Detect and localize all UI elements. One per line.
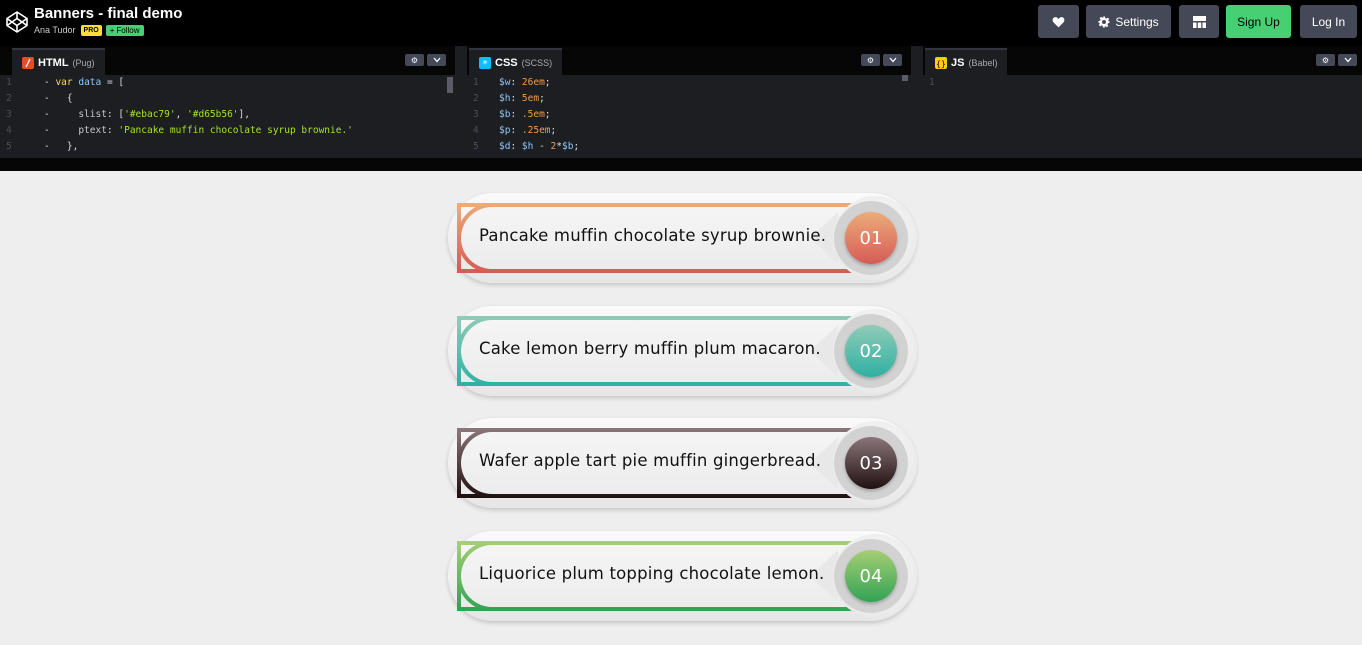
sign-up-button[interactable]: Sign Up — [1226, 5, 1291, 38]
svg-text:{}: {} — [936, 59, 946, 68]
banner-text: Pancake muffin chocolate syrup brownie. — [479, 226, 827, 245]
css-preprocessor: (SCSS) — [521, 57, 553, 68]
line-code: - { — [44, 93, 73, 104]
html-lang-name: HTML — [38, 56, 69, 69]
banner-text: Wafer apple tart pie muffin gingerbread. — [479, 451, 822, 470]
layout-grid-icon — [1192, 15, 1206, 28]
pen-title: Banners - final demo — [34, 5, 183, 22]
change-view-button[interactable] — [1179, 5, 1219, 38]
line-code: - var data = [ — [44, 77, 125, 88]
line-code: - }, — [44, 141, 79, 152]
gear-icon — [1098, 16, 1110, 27]
js-settings-button[interactable]: ⚙ — [1316, 54, 1335, 66]
banner: 04 Liquorice plum topping chocolate lemon… — [448, 531, 917, 621]
banner-number: 01 — [859, 227, 883, 249]
css-editor-tab[interactable]: * CSS (SCSS) — [469, 48, 563, 75]
css-editor-pane: * CSS (SCSS) ⚙ 1 $w: 26em; 2 $h: 5em; 3 $b: .… — [467, 46, 911, 158]
code-line: 1 $w: 26em; — [467, 75, 911, 91]
author-name[interactable]: Ana Tudor — [34, 25, 76, 35]
chevron-down-icon — [889, 57, 896, 63]
settings-button[interactable]: Settings — [1086, 5, 1171, 38]
editor-resize-bar[interactable] — [0, 158, 1362, 171]
line-number: 5 — [6, 141, 12, 152]
css-lang-name: CSS — [495, 56, 518, 69]
html-settings-button[interactable]: ⚙ — [405, 54, 424, 66]
html-lang-icon — [22, 56, 34, 69]
code-line: 4 - ptext: 'Pancake muffin chocolate syru… — [0, 123, 455, 139]
code-line: 1 - var data = [ — [0, 75, 455, 91]
line-number: 1 — [473, 77, 479, 88]
log-in-button[interactable]: Log In — [1300, 5, 1357, 38]
line-code: - slist: ['#ebac79', '#d65b56'], — [44, 109, 250, 120]
line-number: 2 — [6, 93, 12, 104]
banner-number: 02 — [859, 340, 883, 362]
chevron-down-icon — [433, 57, 440, 63]
line-number: 1 — [6, 77, 12, 88]
line-number: 2 — [473, 93, 479, 104]
editors-area: HTML (Pug) ⚙ 1 - var data = [ 2 - { 3 - slist… — [0, 46, 1362, 158]
html-editor-pane: HTML (Pug) ⚙ 1 - var data = [ 2 - { 3 - slist… — [0, 46, 455, 158]
line-number: 4 — [6, 125, 12, 136]
css-settings-button[interactable]: ⚙ — [861, 54, 880, 66]
plus-icon: + — [109, 25, 115, 35]
line-code: $h: 5em; — [499, 93, 545, 104]
line-code: $w: 26em; — [499, 77, 551, 88]
js-lang-icon: {} — [935, 56, 947, 69]
js-collapse-button[interactable] — [1338, 54, 1357, 66]
html-scrollbar[interactable] — [447, 77, 453, 93]
line-number: 3 — [473, 109, 479, 120]
js-editor-tab[interactable]: {} JS (Babel) — [925, 48, 1008, 75]
banner-number-badge: 04 — [845, 550, 897, 602]
follow-button[interactable]: + Follow — [105, 24, 144, 36]
line-code: - ptext: 'Pancake muffin chocolate syrup… — [44, 125, 353, 136]
line-code: $b: .5em; — [499, 109, 551, 120]
js-editor-pane: {} JS (Babel) ⚙ 1 — [923, 46, 1362, 158]
line-code: $p: .25em; — [499, 125, 557, 136]
banner-number-badge: 01 — [845, 212, 897, 264]
follow-label: Follow — [116, 25, 140, 35]
code-line: 4 $p: .25em; — [467, 123, 911, 139]
line-number: 4 — [473, 125, 479, 136]
html-code-area[interactable]: 1 - var data = [ 2 - { 3 - slist: ['#ebac79',… — [0, 75, 455, 158]
author-row: Ana Tudor PRO + Follow — [34, 24, 144, 36]
html-preprocessor: (Pug) — [72, 57, 95, 68]
chevron-down-icon — [1344, 57, 1351, 63]
svg-text:*: * — [483, 59, 488, 69]
code-line: 3 $b: .5em; — [467, 107, 911, 123]
html-collapse-button[interactable] — [427, 54, 446, 66]
banner-number-badge: 03 — [845, 437, 897, 489]
css-scrollbar[interactable] — [902, 75, 908, 81]
code-line: 1 — [923, 75, 1362, 91]
css-lang-icon: * — [479, 56, 491, 69]
line-number: 5 — [473, 141, 479, 152]
heart-icon — [1052, 16, 1065, 27]
banner-number: 03 — [859, 452, 883, 474]
code-line: 5 $d: $h - 2*$b; — [467, 139, 911, 155]
codepen-logo-icon[interactable] — [5, 10, 29, 34]
html-editor-tab[interactable]: HTML (Pug) — [12, 48, 105, 75]
code-line: 2 $h: 5em; — [467, 91, 911, 107]
code-line: 2 - { — [0, 91, 455, 107]
top-header: Banners - final demo Ana Tudor PRO + Fol… — [0, 0, 1362, 46]
settings-label: Settings — [1115, 14, 1159, 29]
pro-badge: PRO — [80, 24, 102, 36]
love-button[interactable] — [1038, 5, 1079, 38]
banner-text: Liquorice plum topping chocolate lemon. — [479, 564, 825, 583]
line-number: 1 — [929, 77, 935, 88]
js-code-area[interactable]: 1 — [923, 75, 1362, 158]
banner: 03 Wafer apple tart pie muffin gingerbrea… — [448, 418, 917, 508]
js-preprocessor: (Babel) — [968, 57, 998, 68]
banner-number-badge: 02 — [845, 325, 897, 377]
code-line: 5 - }, — [0, 139, 455, 155]
banner: 01 Pancake muffin chocolate syrup brownie… — [448, 193, 917, 283]
code-line: 3 - slist: ['#ebac79', '#d65b56'], — [0, 107, 455, 123]
css-code-area[interactable]: 1 $w: 26em; 2 $h: 5em; 3 $b: .5em; 4 $p: .25em;… — [467, 75, 911, 158]
banner: 02 Cake lemon berry muffin plum macaron. — [448, 306, 917, 396]
css-collapse-button[interactable] — [883, 54, 902, 66]
banner-text: Cake lemon berry muffin plum macaron. — [479, 339, 821, 358]
banner-number: 04 — [859, 565, 883, 587]
line-code: $d: $h - 2*$b; — [499, 141, 580, 152]
line-number: 3 — [6, 109, 12, 120]
js-lang-name: JS — [951, 56, 965, 69]
